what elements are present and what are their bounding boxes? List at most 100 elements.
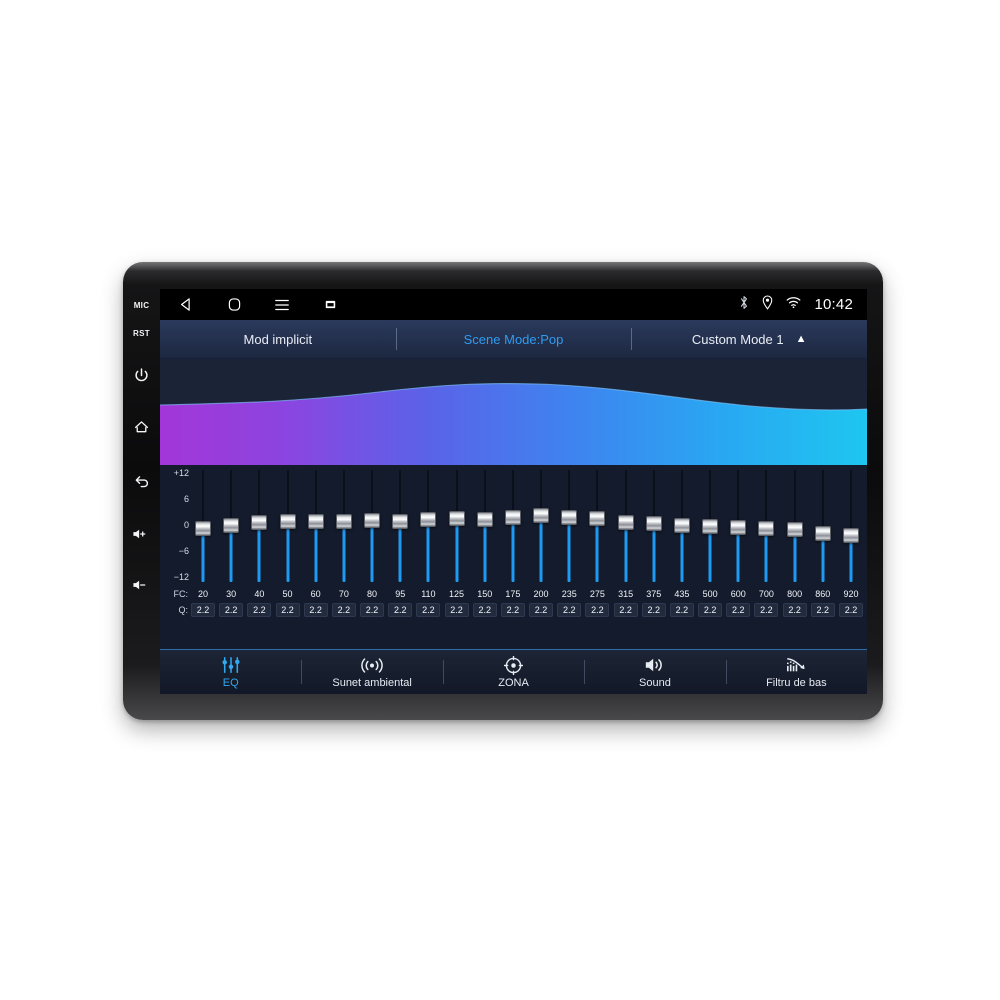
back-icon[interactable]: [176, 295, 196, 315]
eq-band-slider[interactable]: [754, 470, 778, 582]
tab-bass-filter[interactable]: Filtru de bas: [725, 650, 867, 694]
eq-band-slider[interactable]: [332, 470, 356, 582]
eq-band-knob[interactable]: [730, 520, 747, 536]
q-value[interactable]: 2.2: [247, 602, 272, 617]
eq-band-slider[interactable]: [360, 470, 384, 582]
q-value[interactable]: 2.2: [698, 602, 723, 617]
tab-custom-mode[interactable]: Custom Mode 1 ▲: [631, 320, 867, 358]
menu-icon[interactable]: [272, 295, 292, 315]
eq-band-slider[interactable]: [473, 470, 497, 582]
q-value[interactable]: 2.2: [585, 602, 610, 617]
q-value[interactable]: 2.2: [191, 602, 215, 617]
eq-band-knob[interactable]: [364, 512, 381, 528]
back-key[interactable]: [127, 454, 157, 508]
eq-band-slider[interactable]: [670, 470, 694, 582]
q-value[interactable]: 2.2: [500, 602, 525, 617]
q-value[interactable]: 2.2: [557, 602, 582, 617]
eq-band-knob[interactable]: [476, 512, 493, 528]
eq-band-knob[interactable]: [195, 520, 211, 536]
q-value[interactable]: 2.2: [754, 602, 779, 617]
eq-band-knob[interactable]: [279, 513, 296, 529]
q-value[interactable]: 2.2: [331, 602, 356, 617]
eq-band-knob[interactable]: [392, 513, 409, 529]
eq-band-knob[interactable]: [420, 512, 437, 528]
q-value[interactable]: 2.2: [529, 602, 554, 617]
eq-band-slider[interactable]: [642, 470, 666, 582]
q-value[interactable]: 2.2: [613, 602, 638, 617]
home-key[interactable]: [127, 400, 157, 454]
eq-band-knob[interactable]: [504, 510, 521, 526]
q-value[interactable]: 2.2: [641, 602, 666, 617]
q-value[interactable]: 2.2: [669, 602, 694, 617]
eq-band-knob[interactable]: [702, 519, 719, 535]
eq-band-knob[interactable]: [617, 515, 634, 531]
eq-band-slider[interactable]: [219, 470, 243, 582]
eq-band-knob[interactable]: [335, 513, 352, 529]
fc-value: 60: [310, 589, 321, 599]
eq-band-fill: [229, 525, 233, 582]
eq-band-slider[interactable]: [585, 470, 609, 582]
eq-band-knob[interactable]: [251, 515, 268, 531]
q-value[interactable]: 2.2: [838, 602, 863, 617]
eq-band-knob[interactable]: [814, 525, 831, 541]
tab-zone[interactable]: ZONA: [442, 650, 584, 694]
eq-band-slider[interactable]: [191, 470, 215, 582]
eq-band-slider[interactable]: [445, 470, 469, 582]
eq-band-slider[interactable]: [726, 470, 750, 582]
eq-band-knob[interactable]: [589, 511, 606, 527]
eq-band-slider[interactable]: [811, 470, 835, 582]
power-key[interactable]: [127, 350, 157, 400]
eq-band-fill: [483, 519, 487, 582]
q-value[interactable]: 2.2: [416, 602, 441, 617]
fc-value: 860: [815, 589, 831, 599]
eq-band-knob[interactable]: [307, 514, 324, 530]
eq-band-slider[interactable]: [304, 470, 328, 582]
eq-band-slider[interactable]: [529, 470, 553, 582]
q-value[interactable]: 2.2: [219, 602, 244, 617]
eq-band-fill: [708, 526, 712, 582]
eq-band-knob[interactable]: [533, 507, 550, 523]
tab-ambient-sound[interactable]: Sunet ambiental: [301, 650, 442, 694]
eq-band-knob[interactable]: [673, 517, 690, 533]
recents-icon[interactable]: [320, 295, 340, 315]
eq-band-knob[interactable]: [842, 528, 859, 544]
tab-default-mode[interactable]: Mod implicit: [160, 320, 396, 358]
q-value[interactable]: 2.2: [726, 602, 751, 617]
eq-band-fill: [257, 522, 261, 582]
eq-band-slider[interactable]: [839, 470, 863, 582]
eq-band-knob[interactable]: [561, 509, 578, 525]
tab-eq[interactable]: EQ: [160, 650, 301, 694]
tab-scene-mode[interactable]: Scene Mode:Pop: [395, 320, 632, 358]
q-value[interactable]: 2.2: [810, 602, 835, 617]
volume-up-key[interactable]: [127, 508, 157, 560]
q-value[interactable]: 2.2: [782, 602, 807, 617]
eq-band-knob[interactable]: [223, 517, 240, 533]
eq-band-slider[interactable]: [614, 470, 638, 582]
tab-sound[interactable]: Sound: [584, 650, 725, 694]
q-value[interactable]: 2.2: [360, 602, 385, 617]
q-value[interactable]: 2.2: [303, 602, 328, 617]
eq-band-slider[interactable]: [698, 470, 722, 582]
mic-key[interactable]: MIC: [127, 294, 157, 318]
chevron-up-icon[interactable]: ▲: [796, 333, 807, 345]
eq-band-slider[interactable]: [501, 470, 525, 582]
eq-band-slider[interactable]: [388, 470, 412, 582]
eq-band-knob[interactable]: [786, 521, 803, 537]
eq-band-slider[interactable]: [783, 470, 807, 582]
eq-band-knob[interactable]: [758, 520, 775, 536]
q-value[interactable]: 2.2: [388, 602, 413, 617]
eq-band-slider[interactable]: [557, 470, 581, 582]
eq-band-slider[interactable]: [247, 470, 271, 582]
eq-band-slider[interactable]: [276, 470, 300, 582]
eq-band-slider[interactable]: [416, 470, 440, 582]
reset-key[interactable]: RST: [127, 318, 157, 350]
eq-band-knob[interactable]: [448, 511, 465, 527]
bass-filter-icon: [785, 656, 807, 675]
q-value[interactable]: 2.2: [444, 602, 469, 617]
volume-down-key[interactable]: [127, 560, 157, 610]
eq-band-knob[interactable]: [645, 516, 662, 532]
q-value[interactable]: 2.2: [472, 602, 497, 617]
q-value[interactable]: 2.2: [275, 602, 300, 617]
home-icon[interactable]: [224, 295, 244, 315]
surround-sound-icon: [359, 656, 385, 675]
